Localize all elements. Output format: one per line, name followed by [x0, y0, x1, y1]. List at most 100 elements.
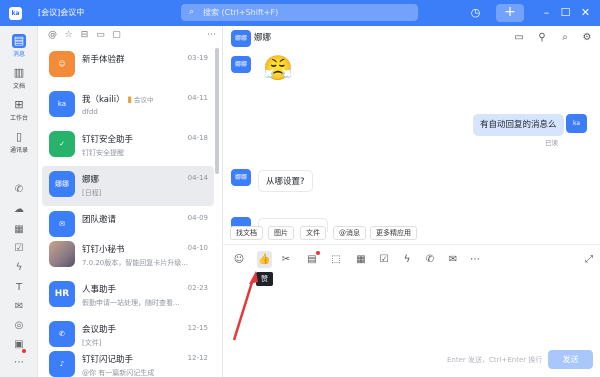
mention-icon[interactable]: @ — [47, 30, 58, 41]
search-icon: ⌕ — [189, 7, 195, 17]
text-icon[interactable]: T — [12, 281, 26, 295]
chat-name: 人事助手 — [82, 285, 117, 295]
star-icon[interactable]: ☆ — [63, 30, 74, 41]
avatar: 娜娜 — [231, 169, 251, 186]
calendar-icon[interactable]: ▦ — [12, 223, 26, 237]
emoji-icon[interactable]: ☺ — [233, 254, 245, 266]
incoming-message: 从哪设置? — [258, 170, 313, 192]
expand-icon[interactable]: ⤢ — [583, 254, 595, 266]
chat-name: 团队邀请 — [82, 215, 117, 225]
read-status: 已读 — [545, 139, 558, 147]
global-search-input[interactable]: ⌕ 搜索 (Ctrl+Shift+F) — [181, 4, 418, 21]
chat-item-hr[interactable]: HR 人事助手 假勤申请一站处理，随时查看... 02-23 — [42, 276, 214, 316]
quick-file[interactable]: 文件 — [300, 226, 326, 240]
nav-docs-label: 文档 — [12, 83, 25, 90]
send-button[interactable]: 发送 — [548, 350, 593, 369]
thumbs-up-icon[interactable]: 👍 — [258, 254, 270, 266]
chat-name: 钉钉小秘书 — [82, 245, 125, 255]
app-icon[interactable]: ◎ — [12, 319, 26, 333]
chat-date: 04-14 — [187, 174, 208, 182]
chat-date: 12-12 — [187, 354, 208, 362]
like-tooltip: 赞 — [256, 272, 273, 286]
phone-icon: ✆ — [49, 321, 75, 347]
close-button[interactable]: ✕ — [578, 4, 593, 21]
workbench-icon: ⊞ — [14, 98, 24, 111]
envelope-icon: ✉ — [49, 211, 75, 237]
chat-date: 04-11 — [187, 94, 208, 102]
chat-preview: dfdd — [82, 108, 98, 116]
phone-icon[interactable]: ✆ — [12, 183, 26, 197]
quick-image[interactable]: 图片 — [268, 226, 294, 240]
chat-item-security[interactable]: ✓ 钉钉安全助手 钉钉安全提醒 04-18 — [42, 126, 214, 166]
history-icon[interactable]: ◷ — [468, 5, 483, 20]
nav-workbench[interactable]: ⊞ 工作台 — [0, 98, 38, 122]
mail-icon[interactable]: ✉ — [447, 254, 459, 266]
avatar: ka — [49, 91, 75, 117]
chat-preview: 7.0.20版本，智能回复卡片升级... — [82, 259, 188, 267]
chat-item-newbie-group[interactable]: ☺ 新手体验群 03-19 — [42, 46, 214, 86]
chat-preview: [日程] — [82, 189, 102, 197]
flash-icon[interactable]: ϟ — [401, 254, 413, 266]
chat-list-panel: @ ☆ ⊟ ▭ ▢ ⋯ ☺ 新手体验群 03-19 ka 我（kaili） ▮ 会… — [38, 26, 223, 377]
search-placeholder: 搜索 (Ctrl+Shift+F) — [203, 8, 279, 17]
chat-name-wrap: 我（kaili） ▮ 会议中 — [82, 93, 153, 105]
quick-mention[interactable]: @消息 — [333, 226, 366, 240]
quick-find-doc[interactable]: 找文档 — [230, 226, 263, 240]
nav-messages[interactable]: ▤ 消息 — [0, 34, 38, 58]
flash-icon[interactable]: ϟ — [12, 261, 26, 275]
input-area: ☺ 👍 ✂ ▤ ⬚ ▦ ☑ ϟ ✆ ✉ ⋯ ⤢ 赞 Enter 发送，Ctrl+… — [223, 244, 600, 377]
settings-icon[interactable]: ⚙ — [581, 32, 593, 44]
folder-icon[interactable]: ▢ — [111, 30, 122, 41]
call-icon[interactable]: ✆ — [424, 254, 436, 266]
chat-item-self[interactable]: ka 我（kaili） ▮ 会议中 dfdd 04-11 — [42, 86, 214, 126]
calendar-icon[interactable]: ▦ — [355, 254, 367, 266]
upload-icon[interactable]: ⬚ — [330, 254, 342, 266]
minimize-button[interactable]: – — [539, 4, 554, 21]
nav-workbench-label: 工作台 — [9, 115, 28, 122]
chat-item-nana[interactable]: 娜娜 娜娜 [日程] 04-14 — [42, 166, 214, 206]
mail-icon[interactable]: ✉ — [12, 300, 26, 314]
notification-dot — [316, 251, 320, 255]
chat-name: 会议助手 — [82, 325, 117, 335]
chat-header: 娜娜 娜娜 ▭ ⚲ ⌕ ⚙ — [223, 26, 600, 50]
add-button[interactable]: + — [496, 4, 524, 22]
window-title: [会议]会议中 — [38, 8, 85, 17]
chat-date: 04-18 — [187, 134, 208, 142]
contacts-icon: ▯ — [15, 130, 23, 143]
scissors-icon[interactable]: ✂ — [280, 254, 292, 266]
more-icon[interactable]: ⋯ — [12, 356, 26, 370]
cloud-icon[interactable]: ☁ — [12, 203, 26, 217]
filter-icon[interactable]: ⊟ — [79, 30, 90, 41]
shield-icon: ✓ — [49, 131, 75, 157]
more-options-icon[interactable]: ⋯ — [206, 30, 217, 41]
chat-item-flashnote[interactable]: ♪ 钉钉闪记助手 @你 有一篇新闪记生成 12-12 — [42, 346, 214, 377]
todo-icon[interactable]: ☑ — [12, 242, 26, 256]
maximize-button[interactable]: ☐ — [558, 4, 573, 21]
attach-icon[interactable]: ▤ — [306, 254, 318, 266]
avatar: 娜娜 — [49, 171, 75, 197]
chat-preview: 假勤申请一站处理，随时查看... — [82, 299, 180, 307]
quick-more-apps[interactable]: 更多精应用 — [370, 226, 417, 240]
notification-dot — [22, 349, 26, 353]
app-logo: ka — [9, 7, 22, 20]
my-avatar: ka — [566, 114, 587, 133]
nav-messages-label: 消息 — [12, 51, 25, 58]
chat-date: 12-15 — [187, 324, 208, 332]
doc-icon: ▥ — [13, 66, 25, 79]
nav-docs[interactable]: ▥ 文档 — [0, 66, 38, 90]
chat-name: 钉钉闪记助手 — [82, 355, 134, 365]
chat-preview: @你 有一篇新闪记生成 — [82, 369, 155, 377]
folder-icon[interactable]: ▭ — [513, 32, 525, 44]
outgoing-message: 有自动回复的消息么 — [473, 114, 564, 136]
unread-icon[interactable]: ▭ — [95, 30, 106, 41]
avatar: 娜娜 — [231, 56, 251, 73]
search-history-icon[interactable]: ⌕ — [559, 32, 571, 44]
chat-name: 我（kaili） — [82, 95, 125, 105]
nav-contacts[interactable]: ▯ 通讯录 — [0, 130, 38, 154]
chat-item-secretary[interactable]: 钉钉小秘书 7.0.20版本，智能回复卡片升级... 04-10 — [42, 236, 214, 276]
more-icon[interactable]: ⋯ — [469, 254, 481, 266]
chat-list-scrollbar[interactable] — [215, 48, 219, 174]
chat-preview: 钉钉安全提醒 — [82, 149, 124, 157]
task-icon[interactable]: ☑ — [378, 254, 390, 266]
add-member-icon[interactable]: ⚲ — [536, 32, 548, 44]
